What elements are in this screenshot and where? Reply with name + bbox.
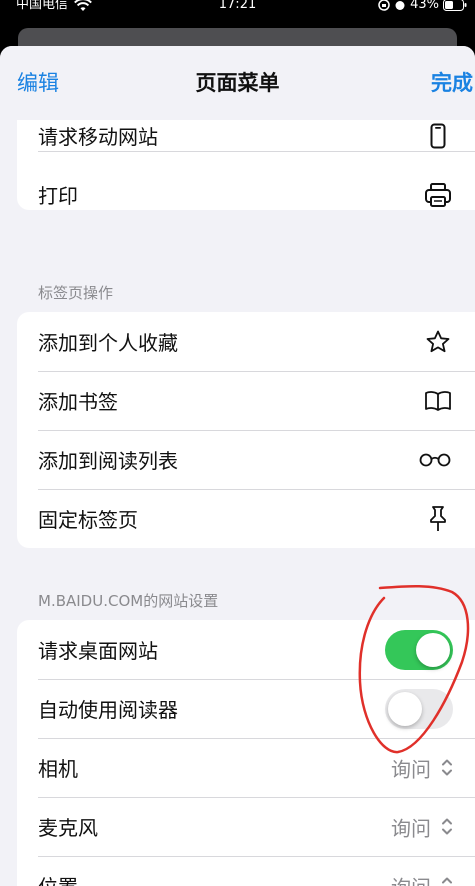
screen: 编辑 页面菜单 完成 请求移动网站 打印 标签页操作 添加到个人收藏 添加书签 … (0, 14, 475, 886)
printer-icon (423, 180, 453, 210)
add-to-favorites-label: 添加到个人收藏 (38, 331, 178, 355)
pin-tab-item[interactable]: 固定标签页 (17, 489, 475, 548)
auto-reader-item: 自动使用阅读器 (17, 679, 475, 738)
microphone-label: 麦克风 (38, 816, 98, 840)
print-item[interactable]: 打印 (17, 151, 475, 210)
chevron-up-down-icon (442, 759, 452, 776)
camera-label: 相机 (38, 757, 78, 781)
rotation-lock-icon (378, 0, 390, 11)
toggle-knob (388, 691, 422, 726)
site-settings-header: M.BAIDU.COM的网站设置 (38, 592, 219, 610)
location-select[interactable]: 询问 (391, 871, 453, 886)
battery-icon (443, 0, 467, 11)
site-settings-card: 请求桌面网站 自动使用阅读器 相机 询问 麦克风 询问 (17, 620, 475, 886)
add-bookmark-label: 添加书签 (38, 390, 118, 414)
camera-item[interactable]: 相机 询问 (17, 738, 475, 797)
pin-icon (423, 504, 453, 534)
add-bookmark-item[interactable]: 添加书签 (17, 371, 475, 430)
microphone-value: 询问 (391, 816, 431, 840)
add-to-reading-list-label: 添加到阅读列表 (38, 449, 178, 473)
pin-tab-label: 固定标签页 (38, 508, 138, 532)
page-title: 页面菜单 (195, 71, 280, 95)
tab-actions-card: 添加到个人收藏 添加书签 添加到阅读列表 固定标签页 (17, 312, 475, 548)
status-bar: 中国电信 17:21 43% (0, 0, 475, 14)
microphone-item[interactable]: 麦克风 询问 (17, 797, 475, 856)
print-label: 打印 (38, 184, 78, 208)
book-icon (423, 386, 453, 416)
add-to-reading-list-item[interactable]: 添加到阅读列表 (17, 430, 475, 489)
glasses-icon (417, 445, 453, 475)
location-value: 询问 (391, 871, 431, 886)
camera-value: 询问 (391, 757, 431, 781)
auto-reader-toggle[interactable] (385, 688, 453, 729)
request-mobile-site-label: 请求移动网站 (38, 125, 158, 149)
request-desktop-site-toggle[interactable] (385, 629, 453, 670)
camera-select[interactable]: 询问 (391, 753, 453, 782)
alarm-icon (395, 1, 405, 10)
phone-icon (423, 121, 453, 151)
done-button[interactable]: 完成 (431, 70, 473, 96)
request-desktop-site-label: 请求桌面网站 (38, 639, 158, 663)
tab-actions-header: 标签页操作 (38, 284, 114, 302)
auto-reader-label: 自动使用阅读器 (38, 698, 178, 722)
location-item[interactable]: 位置 询问 (17, 856, 475, 886)
battery-percent: 43% (410, 0, 439, 12)
toggle-knob (416, 632, 450, 667)
add-to-favorites-item[interactable]: 添加到个人收藏 (17, 312, 475, 371)
page-menu-sheet: 编辑 页面菜单 完成 请求移动网站 打印 标签页操作 添加到个人收藏 添加书签 … (0, 46, 475, 886)
microphone-select[interactable]: 询问 (391, 812, 453, 841)
chevron-up-down-icon (442, 818, 452, 835)
chevron-up-down-icon (442, 877, 452, 884)
navigation-bar: 编辑 页面菜单 完成 (0, 46, 475, 120)
star-icon (423, 327, 453, 357)
request-desktop-site-item: 请求桌面网站 (17, 620, 475, 679)
status-right: 43% (378, 0, 467, 12)
location-label: 位置 (38, 871, 78, 886)
